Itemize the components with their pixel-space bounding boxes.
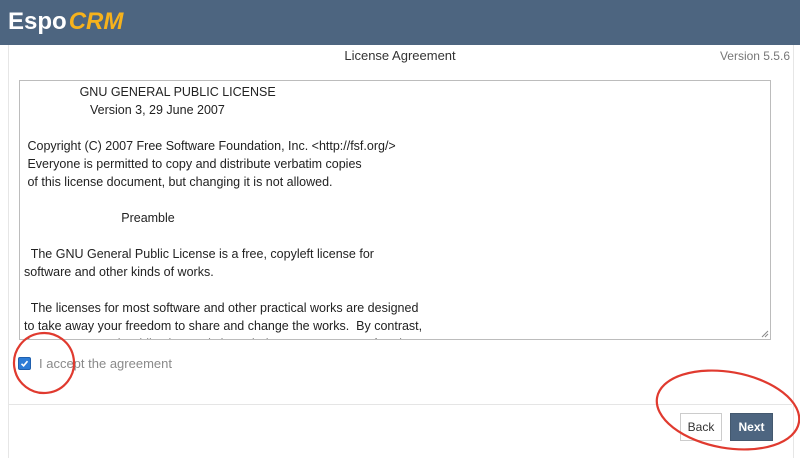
license-textarea[interactable]: GNU GENERAL PUBLIC LICENSE Version 3, 29… — [19, 80, 771, 340]
accept-checkbox[interactable] — [18, 356, 31, 370]
footer-divider — [8, 404, 792, 405]
next-button[interactable]: Next — [730, 413, 773, 441]
checkmark-icon — [20, 360, 29, 367]
accept-label: I accept the agreement — [39, 355, 172, 371]
version-label: Version 5.5.6 — [719, 49, 790, 63]
top-bar: Espo CRM — [0, 0, 800, 45]
resize-grip-icon[interactable] — [761, 330, 769, 338]
page-title: License Agreement — [344, 48, 456, 63]
logo-text-accent: CRM — [68, 8, 124, 35]
logo-text-main: Espo — [8, 8, 67, 35]
back-button[interactable]: Back — [680, 413, 722, 441]
license-text: GNU GENERAL PUBLIC LICENSE Version 3, 29… — [24, 85, 433, 339]
accept-agreement-row[interactable]: I accept the agreement — [18, 354, 172, 372]
espocrm-logo[interactable]: Espo CRM — [8, 5, 123, 39]
